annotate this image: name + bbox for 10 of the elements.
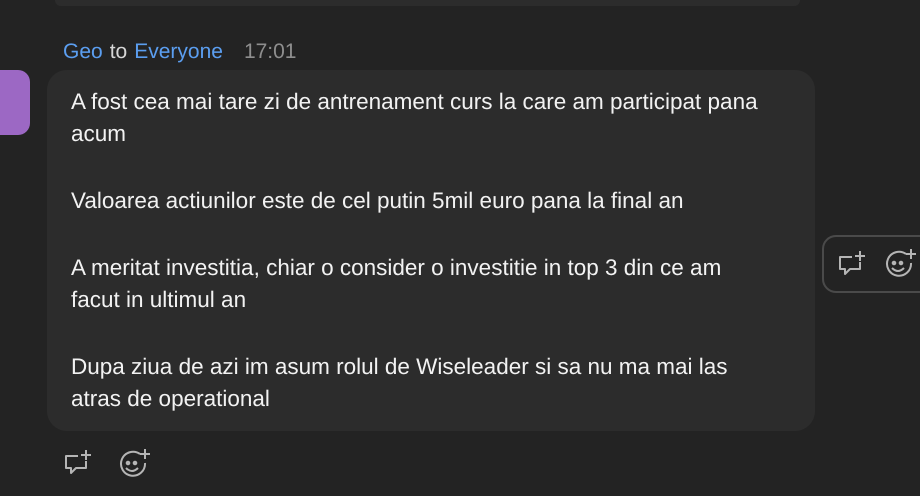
sender-name[interactable]: Geo bbox=[63, 40, 103, 64]
message-paragraph: Dupa ziua de azi im asum rolul de Wiseleader si sa nu ma mai las atras de operational bbox=[71, 353, 729, 413]
add-reaction-icon[interactable] bbox=[884, 248, 918, 280]
recipient-name[interactable]: Everyone bbox=[134, 40, 223, 64]
message-time: 17:01 bbox=[244, 40, 296, 64]
message-paragraph: A meritat investitia, chiar o consider o investitie in top 3 din ce am facut in ultimul an bbox=[71, 254, 722, 314]
message-paragraph: Valoarea actiunilor este de cel putin 5mil euro pana la final an bbox=[71, 187, 684, 215]
message-paragraph: A fost cea mai tare zi de antrenament curs la care am participat pana acum bbox=[71, 88, 759, 148]
recipient-connector: to bbox=[110, 40, 128, 64]
add-reaction-icon[interactable] bbox=[118, 448, 152, 480]
